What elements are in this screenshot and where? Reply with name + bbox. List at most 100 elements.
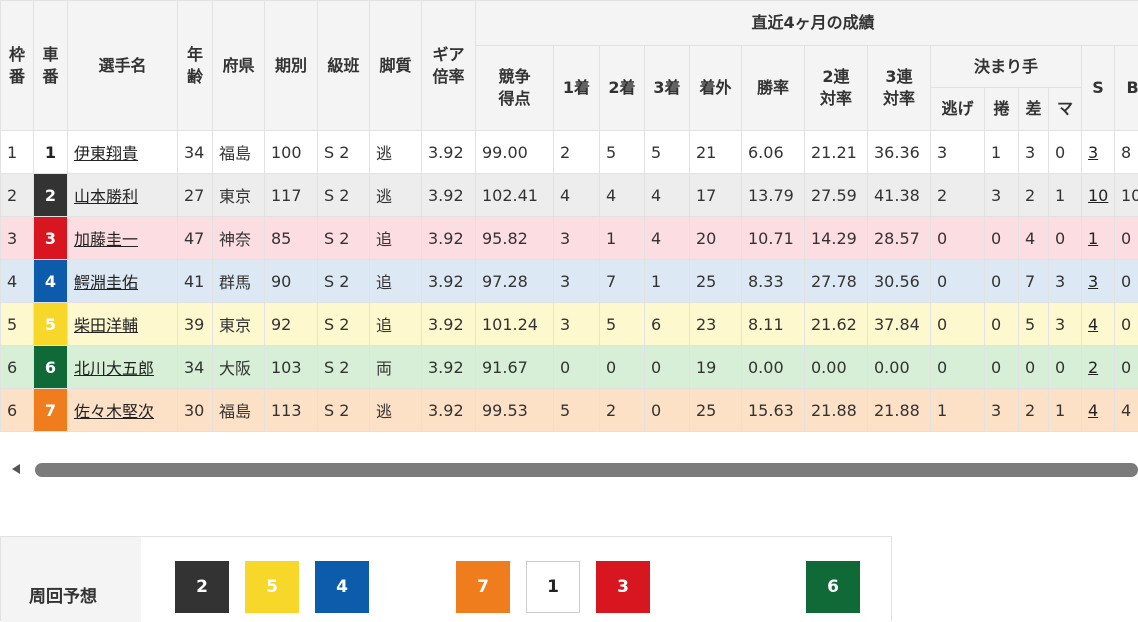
header-age: 年齢 [178, 1, 213, 131]
racer-name-link[interactable]: 伊東翔貴 [74, 144, 138, 163]
cell-sashi: 2 [1019, 174, 1049, 217]
start-count-link[interactable]: 2 [1088, 358, 1098, 377]
horizontal-scrollbar-thumb[interactable] [35, 463, 1138, 477]
cell-score: 99.53 [476, 389, 554, 432]
cell-age: 34 [178, 346, 213, 389]
header-third: 3着 [645, 46, 690, 131]
entry-row: 33加藤圭一47神奈85S 2追3.9295.823142010.7114.29… [1, 217, 1138, 260]
header-s: S [1082, 46, 1115, 131]
prediction-chip: 1 [526, 561, 580, 613]
cell-third: 0 [645, 346, 690, 389]
cell-style: 追 [370, 303, 422, 346]
racer-name-link[interactable]: 佐々木堅次 [74, 402, 154, 421]
cell-first: 2 [554, 131, 600, 174]
cell-name: 北川大五郎 [68, 346, 178, 389]
racer-name-link[interactable]: 柴田洋輔 [74, 316, 138, 335]
cell-class: S 2 [318, 389, 370, 432]
cell-waku: 2 [1, 174, 34, 217]
cell-b: 8 [1115, 131, 1138, 174]
header-gear-label: ギア倍率 [432, 45, 464, 86]
entry-table: 枠番 車番 選手名 年齢 府県 期別 級班 脚質 ギア倍率 直近4ヶ月の成績 競… [0, 0, 1138, 432]
cell-makuri: 0 [985, 346, 1019, 389]
entry-row: 55柴田洋輔39東京92S 2追3.92101.24356238.1121.62… [1, 303, 1138, 346]
cell-term: 100 [265, 131, 318, 174]
racer-name-link[interactable]: 加藤圭一 [74, 230, 138, 249]
cell-sashi: 7 [1019, 260, 1049, 303]
cell-first: 5 [554, 389, 600, 432]
racer-name-link[interactable]: 北川大五郎 [74, 359, 154, 378]
start-count-link[interactable]: 4 [1088, 401, 1098, 420]
header-b: B [1115, 46, 1138, 131]
cell-second: 1 [600, 217, 645, 260]
scroll-left-arrow-icon[interactable] [12, 464, 20, 474]
prediction-chip: 2 [175, 561, 229, 613]
cell-sashi: 0 [1019, 346, 1049, 389]
cell-b: 0 [1115, 217, 1138, 260]
cell-ren2: 21.88 [805, 389, 868, 432]
cell-sha: 2 [34, 174, 68, 217]
start-count-link[interactable]: 3 [1088, 272, 1098, 291]
entry-table-scroll-area[interactable]: 枠番 車番 選手名 年齢 府県 期別 級班 脚質 ギア倍率 直近4ヶ月の成績 競… [0, 0, 1138, 432]
header-age-label: 年齢 [187, 45, 203, 86]
cell-gear: 3.92 [422, 389, 476, 432]
cell-age: 47 [178, 217, 213, 260]
cell-score: 99.00 [476, 131, 554, 174]
cell-sha: 5 [34, 303, 68, 346]
cell-first: 3 [554, 217, 600, 260]
lap-prediction-panel: 周回予想 2547136 [0, 536, 892, 621]
header-sha-label: 車番 [42, 45, 58, 86]
cell-waku: 3 [1, 217, 34, 260]
header-style: 脚質 [370, 1, 422, 131]
start-count-link[interactable]: 10 [1088, 186, 1108, 205]
cell-ren2: 21.21 [805, 131, 868, 174]
cell-nige: 0 [931, 260, 985, 303]
cell-sashi: 3 [1019, 131, 1049, 174]
start-count-link[interactable]: 3 [1088, 143, 1098, 162]
header-ma: マ [1049, 88, 1082, 131]
cell-gear: 3.92 [422, 131, 476, 174]
cell-ma: 3 [1049, 260, 1082, 303]
entry-rows: 11伊東翔貴34福島100S 2逃3.9299.00255216.0621.21… [1, 131, 1138, 432]
cell-style: 逃 [370, 131, 422, 174]
cell-b: 10 [1115, 174, 1138, 217]
cell-pref: 神奈 [213, 217, 265, 260]
cell-out: 25 [690, 260, 742, 303]
cell-term: 92 [265, 303, 318, 346]
cell-win: 10.71 [742, 217, 805, 260]
cell-first: 4 [554, 174, 600, 217]
racer-name-link[interactable]: 山本勝利 [74, 187, 138, 206]
cell-third: 5 [645, 131, 690, 174]
cell-win: 8.11 [742, 303, 805, 346]
prediction-chip: 6 [806, 561, 860, 613]
cell-third: 4 [645, 174, 690, 217]
cell-name: 山本勝利 [68, 174, 178, 217]
cell-sha: 6 [34, 346, 68, 389]
cell-ren2: 14.29 [805, 217, 868, 260]
cell-nige: 3 [931, 131, 985, 174]
cell-ma: 1 [1049, 389, 1082, 432]
cell-term: 117 [265, 174, 318, 217]
cell-b: 0 [1115, 303, 1138, 346]
cell-out: 23 [690, 303, 742, 346]
cell-third: 6 [645, 303, 690, 346]
cell-s: 10 [1082, 174, 1115, 217]
cell-s: 4 [1082, 303, 1115, 346]
racer-name-link[interactable]: 鰐淵圭佑 [74, 273, 138, 292]
cell-second: 7 [600, 260, 645, 303]
cell-class: S 2 [318, 260, 370, 303]
lap-prediction-label: 周回予想 [29, 582, 97, 607]
cell-class: S 2 [318, 217, 370, 260]
cell-gear: 3.92 [422, 303, 476, 346]
cell-ren3: 37.84 [868, 303, 931, 346]
cell-ren3: 21.88 [868, 389, 931, 432]
cell-nige: 1 [931, 389, 985, 432]
prediction-chip: 4 [315, 561, 369, 613]
start-count-link[interactable]: 1 [1088, 229, 1098, 248]
cell-name: 伊東翔貴 [68, 131, 178, 174]
cell-ren3: 36.36 [868, 131, 931, 174]
start-count-link[interactable]: 4 [1088, 315, 1098, 334]
cell-win: 8.33 [742, 260, 805, 303]
cell-sashi: 2 [1019, 389, 1049, 432]
cell-score: 101.24 [476, 303, 554, 346]
cell-win: 15.63 [742, 389, 805, 432]
